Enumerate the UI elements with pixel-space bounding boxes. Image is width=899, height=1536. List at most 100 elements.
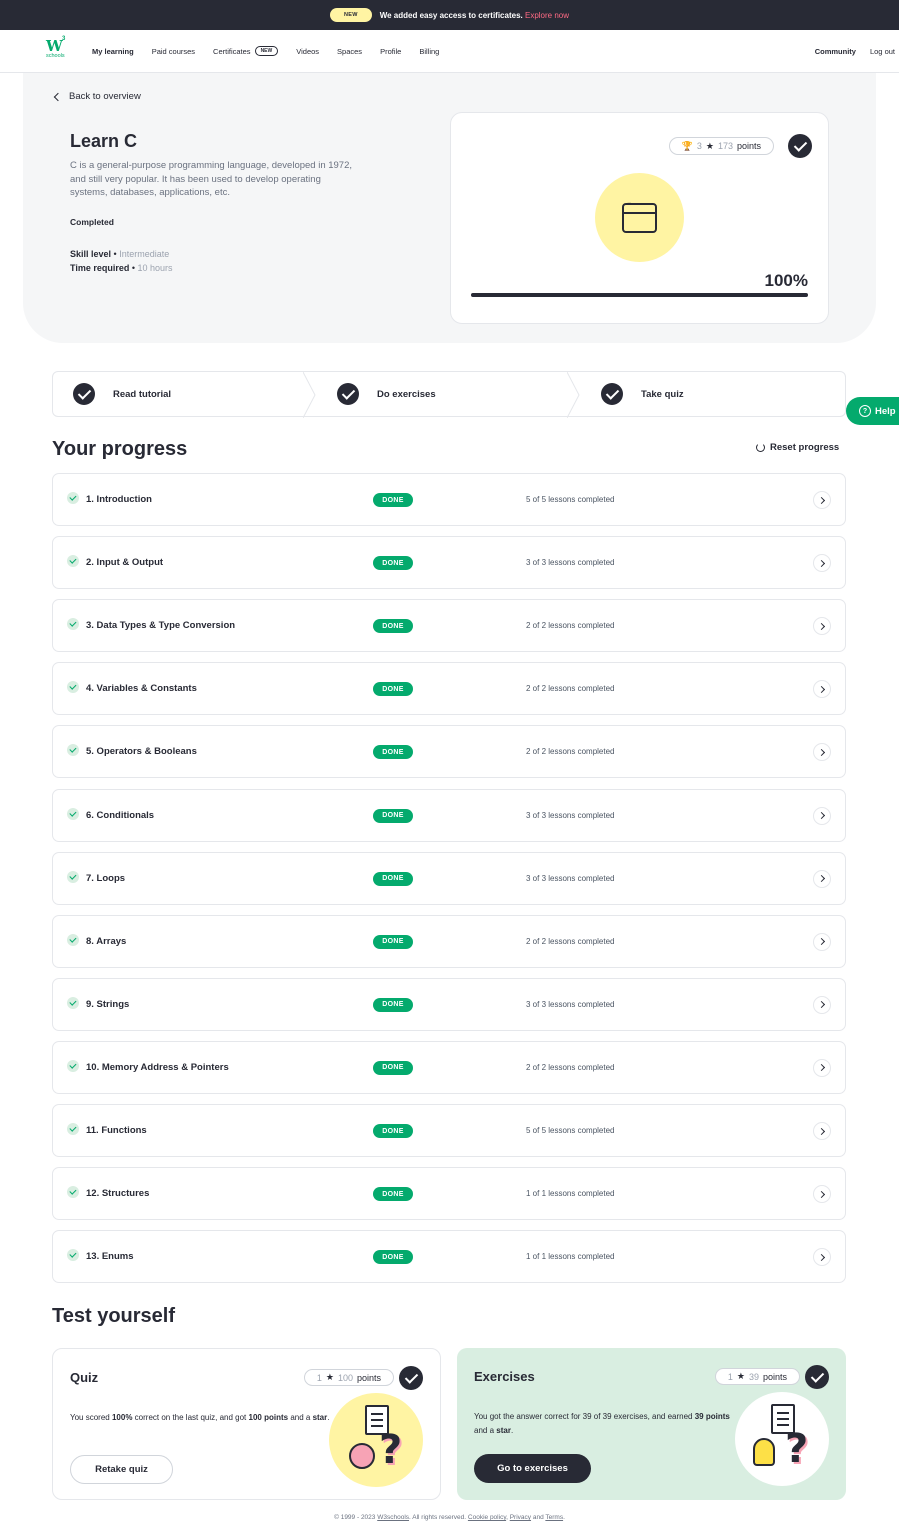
check-icon <box>601 383 623 405</box>
privacy-link[interactable]: Privacy <box>510 1514 531 1521</box>
explore-now-link[interactable]: Explore now <box>525 11 569 20</box>
chevron-right-icon[interactable] <box>813 1185 831 1204</box>
test-yourself-title: Test yourself <box>52 1305 175 1327</box>
progress-bar <box>471 293 808 297</box>
step-read-tutorial[interactable]: Read tutorial <box>53 372 317 418</box>
exercises-summary: You got the answer correct for 39 of 39 … <box>474 1412 730 1435</box>
chevron-left-icon <box>53 92 63 101</box>
lessons-completed: 3 of 3 lessons completed <box>526 999 615 1009</box>
module-row[interactable]: 9. Strings DONE 3 of 3 lessons completed <box>52 977 846 1031</box>
chevron-right-icon[interactable] <box>813 1248 831 1267</box>
new-badge: NEW <box>329 8 372 22</box>
check-icon <box>67 807 79 820</box>
chevron-right-icon[interactable] <box>813 554 831 573</box>
chevron-right-icon[interactable] <box>813 806 831 825</box>
star-icon: ★ <box>325 1372 334 1382</box>
lessons-completed: 3 of 3 lessons completed <box>526 810 615 820</box>
nav-billing[interactable]: Billing <box>419 47 439 56</box>
module-row[interactable]: 11. Functions DONE 5 of 5 lessons complete… <box>52 1104 846 1157</box>
nav-profile[interactable]: Profile <box>380 47 401 56</box>
chevron-right-icon[interactable] <box>813 680 831 699</box>
nav-spaces[interactable]: Spaces <box>337 47 362 56</box>
step-take-quiz[interactable]: Take quiz <box>581 372 845 416</box>
w3schools-link[interactable]: W3schools <box>377 1514 409 1521</box>
module-title: 9. Strings <box>86 998 130 1010</box>
progress-percent: 100% <box>764 271 808 290</box>
lessons-completed: 5 of 5 lessons completed <box>526 495 615 504</box>
module-row[interactable]: 8. Arrays DONE 2 of 2 lessons completed <box>52 914 846 968</box>
module-row[interactable]: 4. Variables & Constants DONE 2 of 2 lesso… <box>52 662 846 716</box>
new-tag: NEW <box>254 46 279 56</box>
module-title: 4. Variables & Constants <box>86 683 197 695</box>
done-badge: DONE <box>373 934 413 949</box>
module-row[interactable]: 7. Loops DONE 3 of 3 lessons completed <box>52 851 846 905</box>
nav-paid-courses[interactable]: Paid courses <box>152 47 195 56</box>
module-row[interactable]: 2. Input & Output DONE 3 of 3 lessons comp… <box>52 536 846 590</box>
nav-log-out[interactable]: Log out <box>870 47 895 56</box>
module-title: 12. Structures <box>86 1188 150 1200</box>
w3schools-logo[interactable]: W3 schools <box>46 36 70 63</box>
chevron-right-icon[interactable] <box>813 743 831 762</box>
chevron-right-icon[interactable] <box>813 1122 831 1140</box>
cookie-policy-link[interactable]: Cookie policy <box>468 1514 506 1521</box>
chevron-right-icon[interactable] <box>813 932 831 951</box>
quiz-check-icon <box>399 1366 423 1390</box>
module-row[interactable]: 1. Introduction DONE 5 of 5 lessons comple… <box>52 473 846 526</box>
check-icon <box>67 681 79 694</box>
module-row[interactable]: 13. Enums DONE 1 of 1 lessons completed <box>52 1230 846 1284</box>
exercises-illustration: ? <box>735 1392 829 1486</box>
nav-videos[interactable]: Videos <box>296 47 319 56</box>
quiz-title: Quiz <box>70 1370 99 1385</box>
reset-progress-button[interactable]: Reset progress <box>756 442 839 453</box>
retake-quiz-button[interactable]: Retake quiz <box>70 1455 173 1484</box>
step-do-exercises[interactable]: Do exercises <box>317 372 581 418</box>
course-icon-circle <box>595 173 684 262</box>
exercises-check-icon <box>805 1365 829 1389</box>
quiz-summary: You scored 100% correct on the last quiz… <box>70 1413 330 1422</box>
check-icon <box>67 996 79 1009</box>
lessons-completed: 2 of 2 lessons completed <box>526 936 615 946</box>
nav-community[interactable]: Community <box>815 47 856 56</box>
course-description: C is a general-purpose programming langu… <box>70 160 353 198</box>
banner-message: We added easy access to certificates. Ex… <box>379 10 570 20</box>
chevron-right-icon[interactable] <box>813 995 831 1014</box>
done-badge: DONE <box>373 1187 413 1202</box>
points-pill: 🏆 3 ★ 173 points <box>668 137 774 155</box>
nav-my-learning[interactable]: My learning <box>92 47 134 56</box>
check-icon <box>67 870 79 883</box>
lessons-completed: 2 of 2 lessons completed <box>526 621 615 631</box>
browser-window-icon <box>622 202 657 233</box>
lessons-completed: 2 of 2 lessons completed <box>526 1062 615 1072</box>
quiz-card: Quiz 1 ★ 100 points You scored 100% correct… <box>52 1348 441 1500</box>
lessons-completed: 3 of 3 lessons completed <box>526 558 615 568</box>
module-row[interactable]: 12. Structures DONE 1 of 1 lessons complet… <box>52 1167 846 1221</box>
done-badge: DONE <box>373 619 413 634</box>
module-row[interactable]: 5. Operators & Booleans DONE 2 of 2 lesson… <box>52 725 846 779</box>
module-row[interactable]: 10. Memory Address & Pointers DONE 2 of 2 … <box>52 1040 846 1094</box>
quiz-points-pill: 1 ★ 100 points <box>303 1369 394 1386</box>
learning-steps: Read tutorial Do exercises Take quiz <box>52 371 846 418</box>
terms-link[interactable]: Terms <box>545 1514 563 1521</box>
back-to-overview-link[interactable]: Back to overview <box>53 91 141 102</box>
module-row[interactable]: 6. Conditionals DONE 3 of 3 lessons comple… <box>52 788 846 842</box>
check-icon <box>337 383 359 405</box>
go-to-exercises-button[interactable]: Go to exercises <box>474 1454 591 1483</box>
chevron-right-icon[interactable] <box>813 869 831 888</box>
chevron-right-icon[interactable] <box>813 1058 831 1077</box>
top-nav: W3 schools My learning Paid courses Cert… <box>0 30 899 73</box>
module-title: 6. Conditionals <box>86 809 155 821</box>
chevron-right-icon[interactable] <box>813 617 831 636</box>
module-title: 1. Introduction <box>86 494 152 505</box>
step-separator <box>567 372 580 418</box>
module-title: 10. Memory Address & Pointers <box>86 1061 229 1073</box>
lessons-completed: 1 of 1 lessons completed <box>526 1189 615 1199</box>
nav-certificates[interactable]: Certificates NEW <box>213 46 279 56</box>
help-button[interactable]: ? Help <box>846 397 899 425</box>
check-icon <box>67 1186 79 1199</box>
done-badge: DONE <box>373 556 413 571</box>
lightbulb-icon <box>753 1438 775 1466</box>
module-row[interactable]: 3. Data Types & Type Conversion DONE 2 of … <box>52 599 846 653</box>
footer: © 1999 - 2023 W3schools. All rights rese… <box>334 1514 565 1521</box>
chevron-right-icon[interactable] <box>813 491 831 509</box>
exercises-card: Exercises 1 ★ 39 points You got the answer … <box>457 1348 846 1500</box>
